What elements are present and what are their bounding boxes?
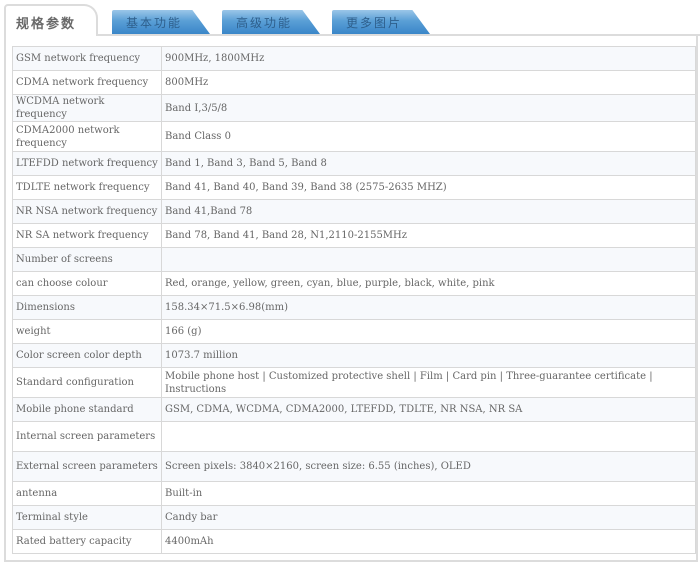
spec-row: Internal screen parameters [12,421,696,452]
spec-row: weight 166 (g) [12,319,696,344]
spec-key: Mobile phone standard [12,397,162,422]
spec-key: Color screen color depth [12,343,162,368]
spec-key: GSM network frequency [12,46,162,71]
spec-row: CDMA network frequency 800MHz [12,70,696,95]
spec-row: NR SA network frequency Band 78, Band 41,… [12,223,696,248]
spec-value [161,247,696,272]
spec-row: CDMA2000 network frequency Band Class 0 [12,121,696,152]
spec-row: Mobile phone standard GSM, CDMA, WCDMA, C… [12,397,696,422]
spec-value: Band 41,Band 78 [161,199,696,224]
spec-value: Band Class 0 [161,121,696,152]
spec-row: Standard configuration Mobile phone host … [12,367,696,398]
tab-more-images[interactable]: 更多图片 [332,10,430,34]
tab-label: 规格参数 [16,17,77,32]
spec-value: Band 1, Band 3, Band 5, Band 8 [161,151,696,176]
spec-row: Terminal style Candy bar [12,505,696,530]
spec-key: TDLTE network frequency [12,175,162,200]
spec-row: LTEFDD network frequency Band 1, Band 3, … [12,151,696,176]
spec-value [161,421,696,452]
spec-value: 800MHz [161,70,696,95]
spec-value: 166 (g) [161,319,696,344]
tab-specifications[interactable]: 规格参数 [4,4,98,36]
tab-label: 更多图片 [346,16,403,30]
spec-key: antenna [12,481,162,506]
spec-key: weight [12,319,162,344]
spec-key: LTEFDD network frequency [12,151,162,176]
tab-basic-functions[interactable]: 基本功能 [112,10,210,34]
spec-row: Number of screens [12,247,696,272]
spec-key: External screen parameters [12,451,162,482]
tab-label: 高级功能 [236,16,293,30]
spec-value: 1073.7 million [161,343,696,368]
spec-key: WCDMA network frequency [12,94,162,122]
spec-value: Candy bar [161,505,696,530]
spec-key: Rated battery capacity [12,529,162,554]
spec-key: NR NSA network frequency [12,199,162,224]
spec-row: Rated battery capacity 4400mAh [12,529,696,554]
spec-row: Dimensions 158.34×71.5×6.98(mm) [12,295,696,320]
spec-value: Built-in [161,481,696,506]
spec-row: Color screen color depth 1073.7 million [12,343,696,368]
spec-key: Terminal style [12,505,162,530]
spec-value: Red, orange, yellow, green, cyan, blue, … [161,271,696,296]
spec-row: can choose colour Red, orange, yellow, gr… [12,271,696,296]
spec-value: GSM, CDMA, WCDMA, CDMA2000, LTEFDD, TDLT… [161,397,696,422]
spec-value: Screen pixels: 3840×2160, screen size: 6… [161,451,696,482]
spec-value: Band 41, Band 40, Band 39, Band 38 (2575… [161,175,696,200]
spec-row: GSM network frequency 900MHz, 1800MHz [12,46,696,71]
spec-value: 900MHz, 1800MHz [161,46,696,71]
spec-row: TDLTE network frequency Band 41, Band 40,… [12,175,696,200]
spec-row: External screen parameters Screen pixels:… [12,451,696,482]
spec-key: CDMA2000 network frequency [12,121,162,152]
tab-advanced-functions[interactable]: 高级功能 [222,10,320,34]
tab-label: 基本功能 [126,16,183,30]
spec-value: Band 78, Band 41, Band 28, N1,2110-2155M… [161,223,696,248]
spec-value: 158.34×71.5×6.98(mm) [161,295,696,320]
spec-value: Band I,3/5/8 [161,94,696,122]
tab-bar: 规格参数 基本功能 高级功能 更多图片 [0,0,700,36]
spec-key: Number of screens [12,247,162,272]
spec-row: NR NSA network frequency Band 41,Band 78 [12,199,696,224]
spec-key: Dimensions [12,295,162,320]
spec-value: Mobile phone host | Customized protectiv… [161,367,696,398]
spec-key: Internal screen parameters [12,421,162,452]
spec-row: WCDMA network frequency Band I,3/5/8 [12,94,696,122]
spec-table: GSM network frequency 900MHz, 1800MHz CDMA… [12,46,696,554]
spec-row: antenna Built-in [12,481,696,506]
spec-key: CDMA network frequency [12,70,162,95]
spec-value: 4400mAh [161,529,696,554]
spec-key: can choose colour [12,271,162,296]
spec-key: NR SA network frequency [12,223,162,248]
spec-key: Standard configuration [12,367,162,398]
